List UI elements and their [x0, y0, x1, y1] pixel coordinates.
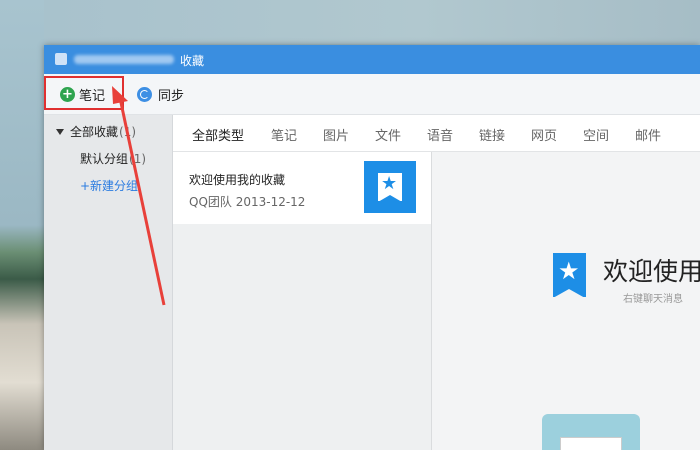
type-tabs: 全部类型 笔记 图片 文件 语音 链接 网页 空间 邮件: [173, 115, 700, 152]
item-thumbnail: ★: [364, 161, 416, 213]
tab-all-types[interactable]: 全部类型: [192, 125, 244, 144]
sidebar-all-count: (1): [119, 124, 137, 139]
caret-down-icon: [56, 128, 64, 135]
star-bookmark-icon: ★: [378, 173, 402, 202]
window-title: 收藏: [180, 54, 205, 68]
favorites-list: 欢迎使用我的收藏 QQ团队 2013-12-12 ★: [173, 152, 432, 450]
item-title: 欢迎使用我的收藏: [189, 173, 286, 187]
title-bar[interactable]: 收藏: [44, 45, 700, 74]
new-group-link[interactable]: +新建分组: [80, 177, 138, 194]
welcome-heading: 欢迎使用: [603, 257, 700, 286]
desktop-background-top: [0, 0, 700, 44]
item-meta: QQ团队 2013-12-12: [189, 195, 306, 209]
sync-label: 同步: [158, 88, 185, 104]
illustration-paper: [560, 437, 622, 450]
sync-button[interactable]: 同步: [137, 83, 184, 105]
app-icon: [55, 53, 67, 65]
toolbar: + 笔记 同步: [44, 74, 700, 115]
sidebar-all-label: 全部收藏: [70, 125, 119, 139]
welcome-subtitle: 右键聊天消息: [623, 294, 683, 305]
sidebar: 全部收藏 (1) 默认分组(1) +新建分组: [44, 115, 173, 450]
favorites-window: 收藏 + 笔记 同步 全部收藏 (1) 默认分组(1) +新建分组 全部类型 笔…: [44, 45, 700, 450]
sidebar-item-all-favorites[interactable]: 全部收藏 (1): [56, 123, 136, 140]
star-bookmark-icon: ★: [553, 253, 586, 298]
blurred-username: [74, 55, 174, 64]
tab-links[interactable]: 链接: [479, 125, 505, 144]
desktop-background: [0, 0, 44, 450]
tab-notes[interactable]: 笔记: [271, 125, 297, 144]
sidebar-default-label: 默认分组: [80, 152, 129, 166]
tab-qzone[interactable]: 空间: [583, 125, 609, 144]
tab-images[interactable]: 图片: [323, 125, 349, 144]
sync-icon: [137, 86, 152, 102]
tab-files[interactable]: 文件: [375, 125, 401, 144]
tab-mail[interactable]: 邮件: [635, 125, 661, 144]
tab-webpages[interactable]: 网页: [531, 125, 557, 144]
tab-voice[interactable]: 语音: [427, 125, 453, 144]
sidebar-item-default-group[interactable]: 默认分组(1): [80, 150, 146, 167]
sidebar-default-count: (1): [129, 152, 147, 166]
detail-pane: ★ 欢迎使用 右键聊天消息: [432, 152, 700, 450]
annotation-highlight-box: [44, 76, 124, 110]
list-item[interactable]: 欢迎使用我的收藏 QQ团队 2013-12-12 ★: [173, 152, 431, 224]
